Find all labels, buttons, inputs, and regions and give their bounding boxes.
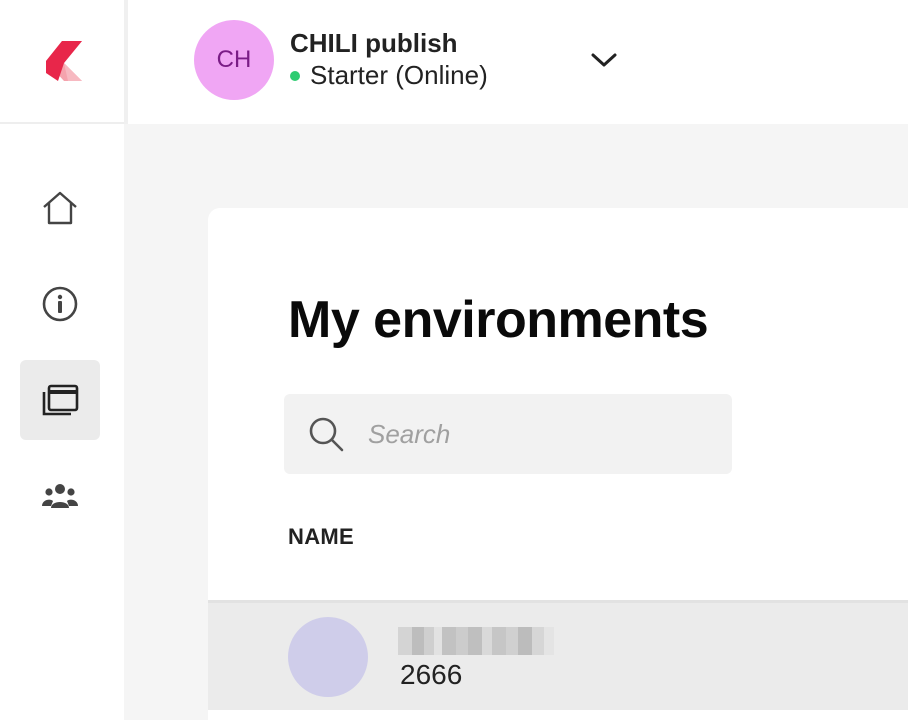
environments-icon <box>42 384 79 416</box>
sidebar-item-home[interactable] <box>20 168 100 248</box>
status-dot-icon <box>290 70 300 81</box>
users-icon <box>42 484 78 508</box>
sidebar <box>0 0 124 720</box>
redacted-name <box>398 627 564 655</box>
sidebar-item-users[interactable] <box>20 456 100 536</box>
sidebar-nav <box>20 168 100 552</box>
sidebar-item-environments[interactable] <box>20 360 100 440</box>
org-switcher-toggle[interactable] <box>588 44 620 76</box>
search-icon-wrap <box>284 414 368 454</box>
search-icon <box>309 417 344 452</box>
org-status: Starter (Online) <box>290 60 488 91</box>
app-root: CH CHILI publish Starter (Online) My env… <box>0 0 908 720</box>
page-title: My environments <box>288 291 709 349</box>
search-input[interactable] <box>368 418 708 450</box>
org-status-label: Starter (Online) <box>310 60 488 90</box>
chevron-down-icon <box>591 53 617 67</box>
search-box <box>284 394 732 474</box>
home-icon <box>43 191 77 225</box>
environment-avatar <box>288 617 368 697</box>
logo[interactable] <box>0 0 124 124</box>
org-name: CHILI publish <box>290 28 458 58</box>
info-icon <box>42 286 78 322</box>
environment-id: 2666 <box>400 659 463 690</box>
column-header-name[interactable]: NAME <box>288 524 354 550</box>
table-row[interactable]: 2666 <box>208 600 908 710</box>
org-initials: CH <box>216 46 252 73</box>
sidebar-item-info[interactable] <box>20 264 100 344</box>
header: CH CHILI publish Starter (Online) <box>128 0 908 124</box>
org-avatar[interactable]: CH <box>194 20 274 100</box>
chili-logo-icon <box>46 41 82 81</box>
content-card: My environments NAME <box>208 208 908 720</box>
